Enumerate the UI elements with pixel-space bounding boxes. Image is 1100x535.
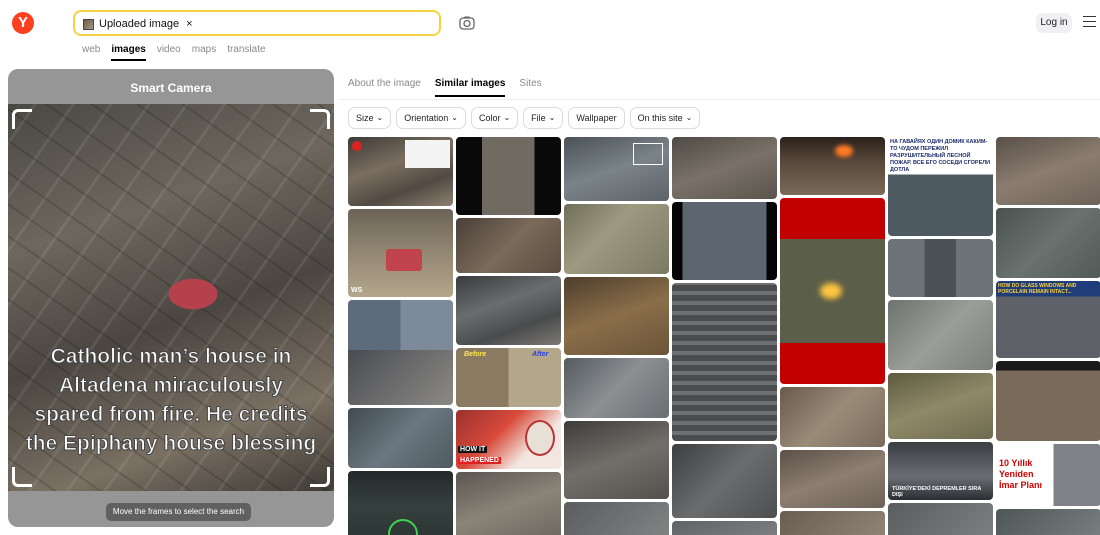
image-result[interactable] xyxy=(672,283,777,441)
image-result[interactable] xyxy=(780,387,885,447)
service-web[interactable]: web xyxy=(82,44,100,61)
image-result[interactable]: TÜRKİYE'DEKİ DEPREMLER SIRA DIŞI xyxy=(888,442,993,500)
chevron-down-icon: ⌄ xyxy=(376,113,384,122)
divider xyxy=(340,99,1100,100)
grid-column: НА ГАВАЙЯХ ОДИН ДОМИК КАКИМ-ТО ЧУДОМ ПЕР… xyxy=(888,137,993,535)
image-result[interactable] xyxy=(780,198,885,384)
smart-camera-title: Smart Camera xyxy=(130,81,212,95)
thumb-caption: Before xyxy=(464,351,487,358)
grid-column xyxy=(672,137,777,535)
uploaded-image-chip[interactable]: Uploaded image × xyxy=(83,16,193,32)
login-button[interactable]: Log in xyxy=(1036,13,1072,33)
filter-file[interactable]: File ⌄ xyxy=(523,107,564,129)
filter-color[interactable]: Color ⌄ xyxy=(470,107,519,129)
image-result[interactable] xyxy=(888,373,993,439)
image-overlay-text: Catholic man’s house in Altadena miracul… xyxy=(25,345,317,456)
crop-frame-top-right[interactable] xyxy=(310,109,330,129)
image-result[interactable] xyxy=(672,137,777,199)
image-result[interactable] xyxy=(456,137,561,215)
tab-about-image[interactable]: About the image xyxy=(348,78,421,97)
crop-frame-bottom-right[interactable] xyxy=(310,467,330,487)
thumb-caption: 10 Yıllık xyxy=(999,458,1033,468)
image-result[interactable] xyxy=(348,300,453,405)
image-result[interactable] xyxy=(564,204,669,274)
image-result[interactable] xyxy=(456,276,561,345)
image-result[interactable] xyxy=(672,521,777,535)
filter-bar: Size ⌄ Orientation ⌄ Color ⌄ File ⌄ Wallpape… xyxy=(348,107,701,129)
image-result[interactable]: Before After xyxy=(456,348,561,407)
grid-column: Before After HOW IT HAPPENED xyxy=(456,137,561,535)
thumb-caption: НА ГАВАЙЯХ ОДИН ДОМИК КАКИМ-ТО ЧУДОМ ПЕР… xyxy=(890,139,991,173)
grid-column: HOW DO GLASS WINDOWS AND PORCELAIN REMAI… xyxy=(996,137,1100,535)
image-result[interactable]: HOW IT HAPPENED xyxy=(456,410,561,469)
image-result[interactable] xyxy=(564,137,669,201)
image-result[interactable] xyxy=(456,472,561,535)
uploaded-image-label: Uploaded image xyxy=(99,18,180,30)
image-result[interactable]: НА ГАВАЙЯХ ОДИН ДОМИК КАКИМ-ТО ЧУДОМ ПЕР… xyxy=(888,137,993,236)
crop-hint: Move the frames to select the search are… xyxy=(106,503,251,527)
filter-orientation[interactable]: Orientation ⌄ xyxy=(396,107,466,129)
image-result[interactable] xyxy=(348,408,453,468)
close-icon[interactable]: × xyxy=(186,18,192,30)
image-result[interactable] xyxy=(564,502,669,535)
image-result[interactable] xyxy=(996,361,1100,441)
service-video[interactable]: video xyxy=(157,44,181,61)
image-result[interactable] xyxy=(888,503,993,535)
image-result[interactable] xyxy=(348,137,453,206)
image-result[interactable] xyxy=(564,277,669,355)
image-result[interactable] xyxy=(888,300,993,370)
image-result[interactable] xyxy=(780,450,885,508)
yandex-logo[interactable]: Y xyxy=(12,12,34,34)
search-input[interactable]: Uploaded image × xyxy=(73,10,441,36)
grid-column: WS xyxy=(348,137,453,535)
image-result[interactable] xyxy=(672,202,777,280)
tab-sites[interactable]: Sites xyxy=(519,78,541,97)
image-result[interactable]: 10 Yıllık Yeniden İmar Planı xyxy=(996,444,1100,506)
result-tabs: About the image Similar images Sites xyxy=(348,78,542,97)
image-result[interactable] xyxy=(564,358,669,418)
filter-wallpaper[interactable]: Wallpaper xyxy=(568,107,625,129)
thumb-caption: After xyxy=(532,351,549,358)
image-result[interactable] xyxy=(996,208,1100,278)
grid-column xyxy=(780,137,885,535)
grid-column xyxy=(564,137,669,535)
chevron-down-icon: ⌄ xyxy=(503,113,511,122)
image-result[interactable] xyxy=(348,471,453,535)
tab-similar-images[interactable]: Similar images xyxy=(434,78,506,97)
image-result[interactable] xyxy=(456,218,561,273)
thumb-caption: HAPPENED xyxy=(458,457,501,464)
service-translate[interactable]: translate xyxy=(227,44,265,61)
image-result[interactable] xyxy=(672,444,777,518)
image-result[interactable] xyxy=(780,511,885,535)
thumb-caption: HOW DO GLASS WINDOWS AND PORCELAIN REMAI… xyxy=(998,283,1077,295)
similar-images-grid: WS Before After HOW IT HAPPENED НА ГАВАЙ… xyxy=(348,137,1100,535)
service-maps[interactable]: maps xyxy=(192,44,216,61)
image-result[interactable] xyxy=(888,239,993,297)
crop-frame-top-left[interactable] xyxy=(12,109,32,129)
image-result[interactable] xyxy=(996,509,1100,535)
image-result[interactable] xyxy=(564,421,669,499)
service-nav: web images video maps translate xyxy=(82,44,266,61)
image-result[interactable] xyxy=(780,137,885,195)
menu-icon[interactable] xyxy=(1083,16,1096,28)
thumb-caption: Yeniden xyxy=(999,469,1034,479)
image-result[interactable]: WS xyxy=(348,209,453,297)
chevron-down-icon: ⌄ xyxy=(685,113,693,122)
thumb-caption: İmar Planı xyxy=(999,480,1043,490)
chevron-down-icon: ⌄ xyxy=(451,113,458,122)
image-result[interactable] xyxy=(996,137,1100,205)
thumb-caption: TÜRKİYE'DEKİ DEPREMLER SIRA DIŞI xyxy=(892,486,982,498)
header: Y Uploaded image × Log in web images vid… xyxy=(0,0,1100,62)
chevron-down-icon: ⌄ xyxy=(548,113,556,122)
thumb-caption: HOW IT xyxy=(458,446,488,453)
filter-size[interactable]: Size ⌄ xyxy=(348,107,392,129)
service-images[interactable]: images xyxy=(111,44,146,61)
smart-camera-panel: Smart Camera Catholic man’s house in Alt… xyxy=(8,69,334,527)
camera-search-icon[interactable] xyxy=(458,14,476,32)
crop-frame-bottom-left[interactable] xyxy=(12,467,32,487)
image-thumbnail-icon xyxy=(83,18,94,30)
thumb-caption: WS xyxy=(351,287,363,294)
filter-on-this-site[interactable]: On this site ⌄ xyxy=(629,107,701,129)
image-result[interactable]: HOW DO GLASS WINDOWS AND PORCELAIN REMAI… xyxy=(996,281,1100,358)
